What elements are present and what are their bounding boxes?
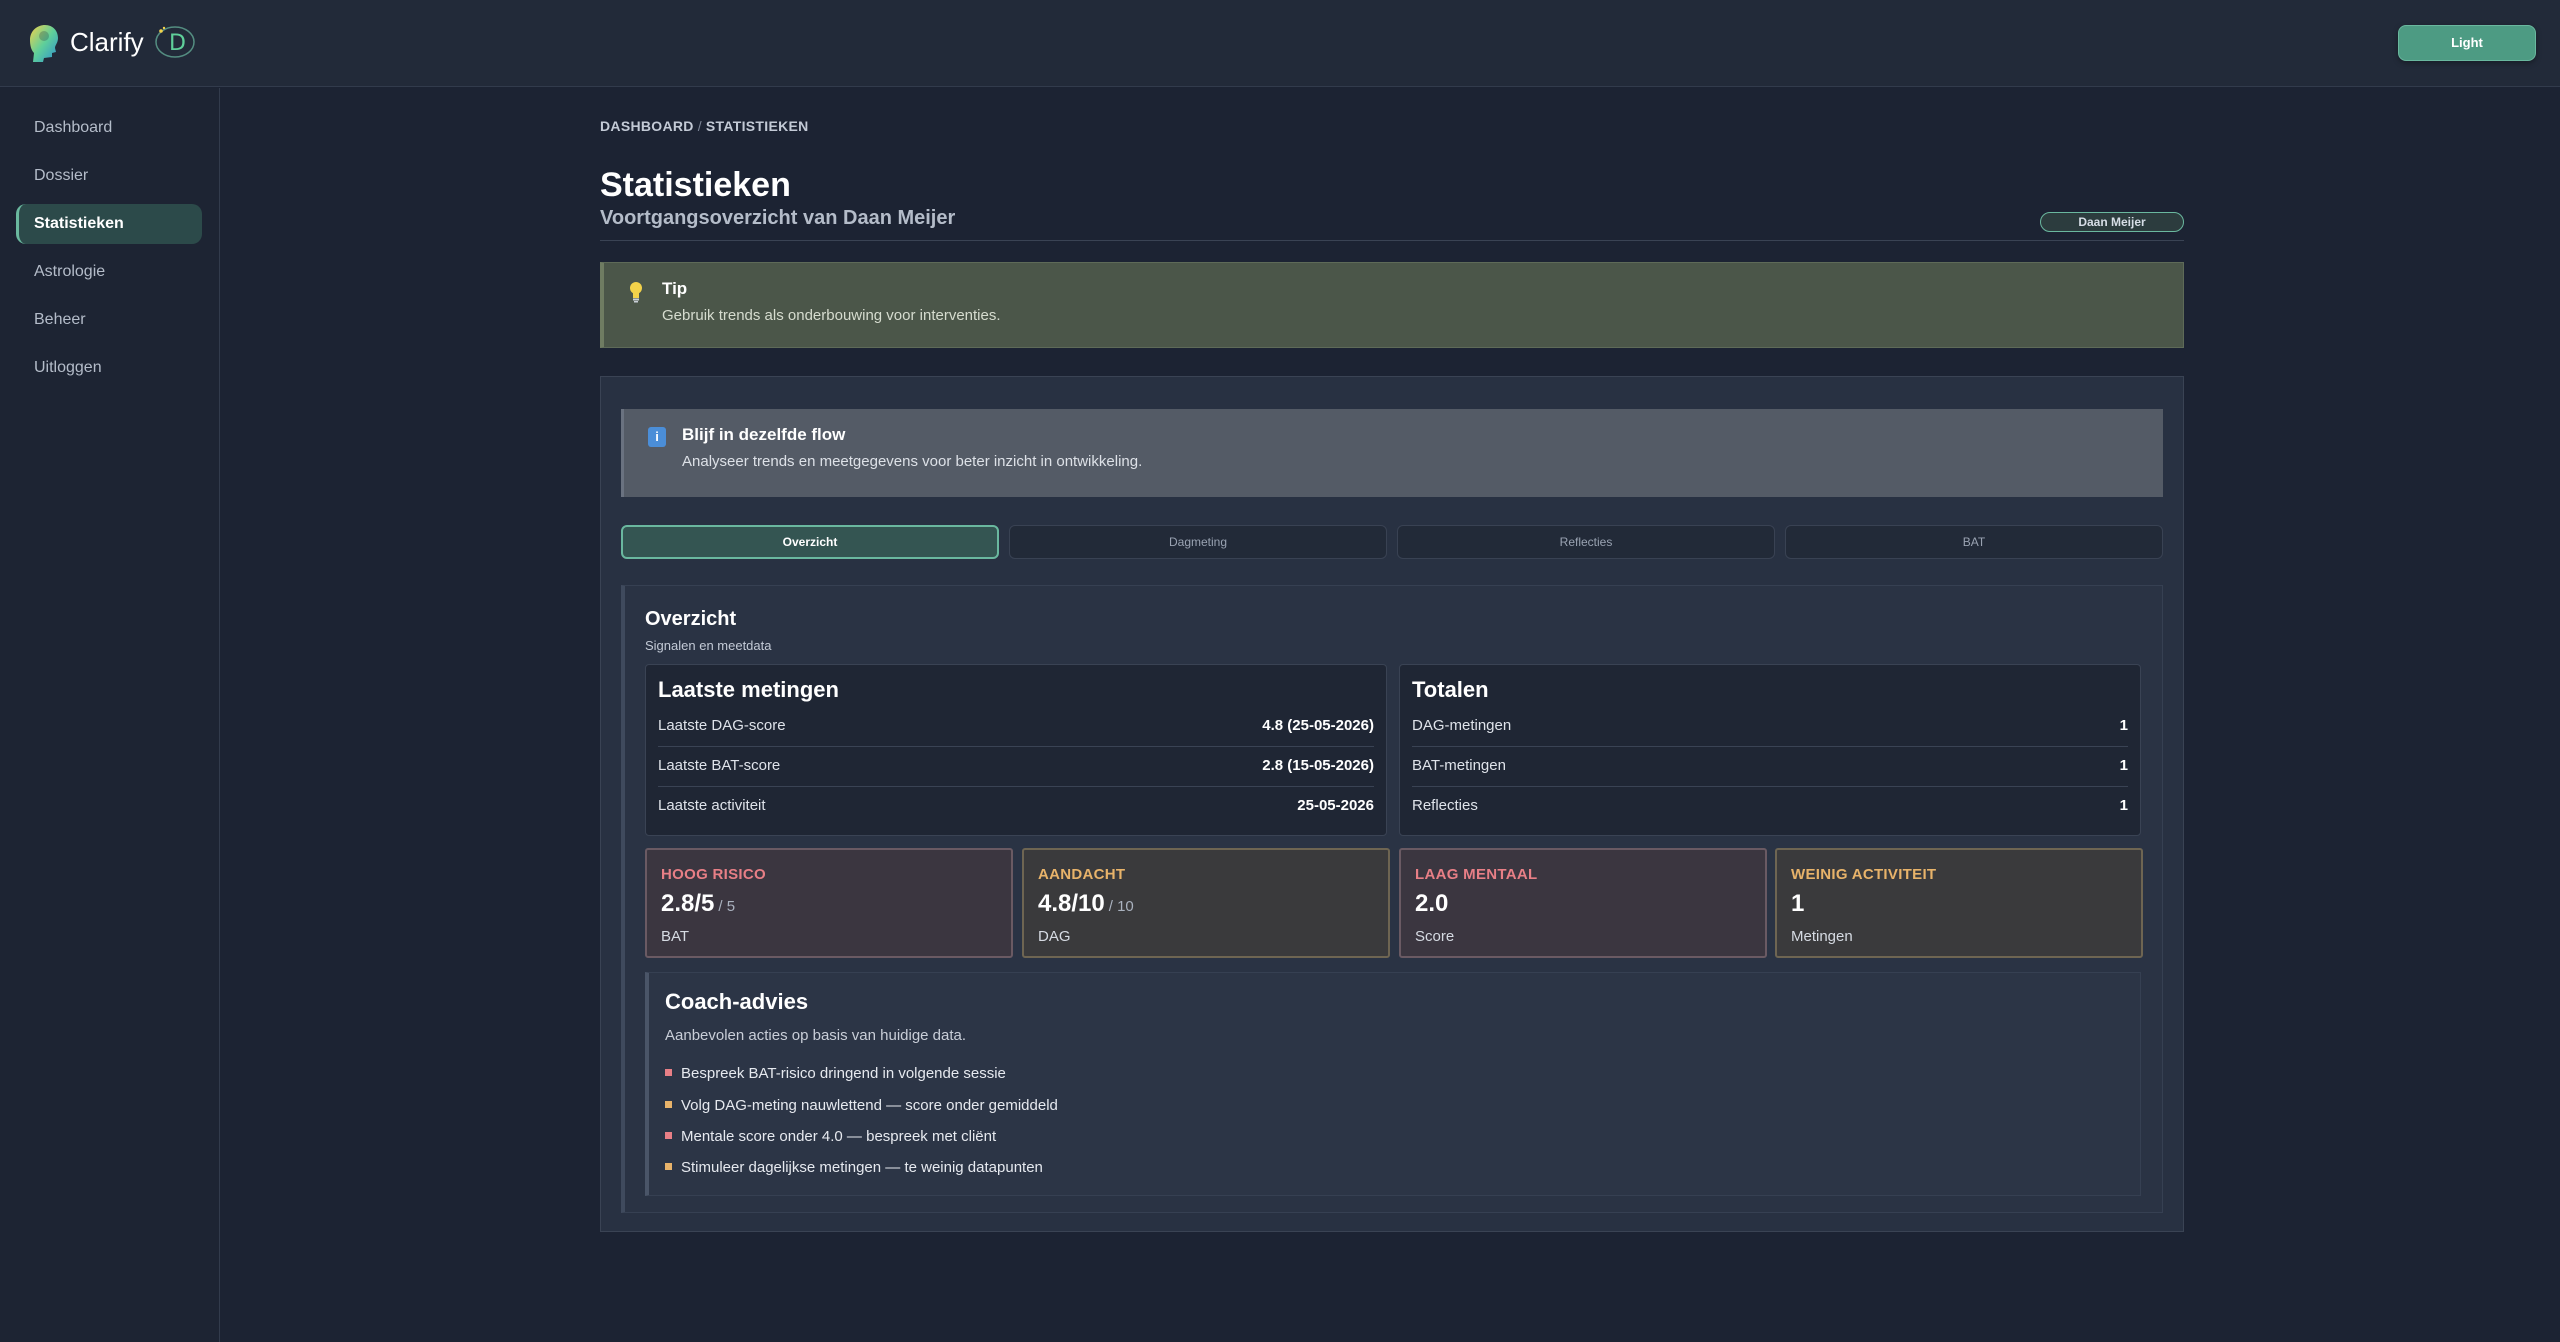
info-banner: i Blijf in dezelfde flow Analyseer trend… bbox=[621, 409, 2163, 497]
advice-item: Volg DAG-meting nauwlettend — score onde… bbox=[665, 1097, 1058, 1114]
advice-item: Mentale score onder 4.0 — bespreek met c… bbox=[665, 1128, 996, 1145]
breadcrumb-separator: / bbox=[697, 118, 702, 134]
logo-badge: D bbox=[154, 26, 195, 58]
metric-high-risk: HOOG RISICO 2.8/5/ 5 BAT bbox=[645, 848, 1013, 958]
metric-max: / 10 bbox=[1108, 898, 1134, 915]
divider bbox=[600, 240, 2184, 241]
advice-text: Volg DAG-meting nauwlettend — score onde… bbox=[681, 1097, 1058, 1114]
row-label: Reflecties bbox=[1412, 797, 1478, 814]
metric-value-number: 1 bbox=[1791, 890, 1805, 917]
metric-attention: AANDACHT 4.8/10/ 10 DAG bbox=[1022, 848, 1390, 958]
row-value: 1 bbox=[2119, 717, 2128, 734]
metric-value-number: 2.8/5 bbox=[661, 890, 715, 917]
top-bar: Clarify D Light bbox=[0, 0, 2560, 87]
sidebar-item-beheer[interactable]: Beheer bbox=[16, 300, 202, 340]
sidebar-item-dossier[interactable]: Dossier bbox=[16, 156, 202, 196]
advice-item: Stimuleer dagelijkse metingen — te weini… bbox=[665, 1159, 1043, 1176]
info-title: Blijf in dezelfde flow bbox=[682, 425, 846, 444]
tip-title: Tip bbox=[662, 279, 688, 298]
page-title: Statistieken bbox=[600, 166, 791, 204]
section-subtitle: Signalen en meetdata bbox=[645, 638, 772, 653]
breadcrumb: DASHBOARD / STATISTIEKEN bbox=[600, 118, 809, 134]
totals-card: Totalen DAG-metingen 1 BAT-metingen 1 Re… bbox=[1399, 664, 2141, 836]
tab-bat[interactable]: BAT bbox=[1785, 525, 2163, 559]
card-title: Laatste metingen bbox=[658, 677, 839, 702]
user-badge: Daan Meijer bbox=[2040, 212, 2184, 232]
info-text: Analyseer trends en meetgegevens voor be… bbox=[682, 453, 1143, 470]
tab-reflecties[interactable]: Reflecties bbox=[1397, 525, 1775, 559]
row-label: Laatste BAT-score bbox=[658, 757, 781, 774]
latest-dag-row: Laatste DAG-score 4.8 (25-05-2026) bbox=[658, 707, 1374, 747]
row-value: 25-05-2026 bbox=[1297, 797, 1374, 814]
metric-label: LAAG MENTAAL bbox=[1415, 866, 1538, 883]
section-title: Overzicht bbox=[645, 608, 737, 630]
latest-bat-row: Laatste BAT-score 2.8 (15-05-2026) bbox=[658, 747, 1374, 787]
latest-measurements-card: Laatste metingen Laatste DAG-score 4.8 (… bbox=[645, 664, 1387, 836]
head-profile-icon bbox=[30, 25, 58, 62]
metric-value: 2.8/5/ 5 bbox=[661, 890, 735, 918]
app-logo[interactable]: Clarify D bbox=[24, 22, 196, 62]
metric-value-number: 4.8/10 bbox=[1038, 890, 1105, 917]
advice-title: Coach-advies bbox=[665, 989, 809, 1014]
advice-item: Bespreek BAT-risico dringend in volgende… bbox=[665, 1065, 1006, 1082]
metric-value: 4.8/10/ 10 bbox=[1038, 890, 1134, 918]
row-label: DAG-metingen bbox=[1412, 717, 1512, 734]
metric-low-activity: WEINIG ACTIVITEIT 1 Metingen bbox=[1775, 848, 2143, 958]
row-value: 1 bbox=[2119, 757, 2128, 774]
advice-text: Mentale score onder 4.0 — bespreek met c… bbox=[681, 1128, 997, 1145]
breadcrumb-current: STATISTIEKEN bbox=[705, 118, 809, 134]
sidebar-item-dashboard[interactable]: Dashboard bbox=[16, 108, 202, 148]
totals-bat-row: BAT-metingen 1 bbox=[1412, 747, 2128, 787]
sidebar-item-uitloggen[interactable]: Uitloggen bbox=[16, 348, 202, 388]
bullet-square-icon bbox=[665, 1131, 672, 1139]
theme-toggle-button[interactable]: Light bbox=[2398, 25, 2536, 61]
app-name: Clarify bbox=[70, 26, 144, 57]
card-title: Totalen bbox=[1412, 677, 1489, 702]
metric-note: Score bbox=[1415, 928, 1455, 945]
metric-note: DAG bbox=[1038, 928, 1071, 945]
bullet-square-icon bbox=[665, 1100, 672, 1108]
tip-text: Gebruik trends als onderbouwing voor int… bbox=[662, 307, 1001, 324]
lightbulb-icon bbox=[630, 282, 642, 303]
metric-label: HOOG RISICO bbox=[661, 866, 766, 883]
metric-label: AANDACHT bbox=[1038, 866, 1126, 883]
metric-value: 2.0 bbox=[1415, 890, 1448, 918]
row-label: Laatste DAG-score bbox=[658, 717, 786, 734]
sidebar-item-astrologie[interactable]: Astrologie bbox=[16, 252, 202, 292]
metric-label: WEINIG ACTIVITEIT bbox=[1791, 866, 1937, 883]
metric-max: / 5 bbox=[718, 898, 736, 915]
statistics-panel: i Blijf in dezelfde flow Analyseer trend… bbox=[600, 376, 2184, 1232]
metric-note: Metingen bbox=[1791, 928, 1853, 945]
metric-value: 1 bbox=[1791, 890, 1804, 918]
tab-dagmeting[interactable]: Dagmeting bbox=[1009, 525, 1387, 559]
totals-dag-row: DAG-metingen 1 bbox=[1412, 707, 2128, 747]
metric-note: BAT bbox=[661, 928, 690, 945]
sidebar-item-statistieken[interactable]: Statistieken bbox=[16, 204, 202, 244]
coach-advice: Coach-advies Aanbevolen acties op basis … bbox=[645, 972, 2141, 1196]
logo-badge-letter: D bbox=[169, 31, 186, 56]
tip-banner: Tip Gebruik trends als onderbouwing voor… bbox=[600, 262, 2184, 348]
advice-subtitle: Aanbevolen acties op basis van huidige d… bbox=[665, 1027, 967, 1044]
row-value: 2.8 (15-05-2026) bbox=[1262, 757, 1374, 774]
tab-overzicht[interactable]: Overzicht bbox=[621, 525, 999, 559]
row-value: 4.8 (25-05-2026) bbox=[1262, 717, 1374, 734]
info-icon: i bbox=[648, 427, 666, 447]
bullet-square-icon bbox=[665, 1162, 672, 1170]
advice-text: Bespreek BAT-risico dringend in volgende… bbox=[681, 1065, 1006, 1082]
row-label: BAT-metingen bbox=[1412, 757, 1506, 774]
breadcrumb-home[interactable]: DASHBOARD bbox=[600, 118, 694, 134]
metric-low-mental: LAAG MENTAAL 2.0 Score bbox=[1399, 848, 1767, 958]
advice-text: Stimuleer dagelijkse metingen — te weini… bbox=[681, 1159, 1043, 1176]
bullet-square-icon bbox=[665, 1068, 672, 1076]
totals-reflections-row: Reflecties 1 bbox=[1412, 787, 2128, 827]
overview-section: Overzicht Signalen en meetdata Laatste m… bbox=[621, 585, 2163, 1213]
row-value: 1 bbox=[2119, 797, 2128, 814]
row-label: Laatste activiteit bbox=[658, 797, 766, 814]
metric-value-number: 2.0 bbox=[1415, 890, 1449, 917]
sidebar: Dashboard Dossier Statistieken Astrologi… bbox=[0, 88, 220, 1342]
latest-activity-row: Laatste activiteit 25-05-2026 bbox=[658, 787, 1374, 827]
page-subtitle: Voortgangsoverzicht van Daan Meijer bbox=[600, 207, 956, 229]
